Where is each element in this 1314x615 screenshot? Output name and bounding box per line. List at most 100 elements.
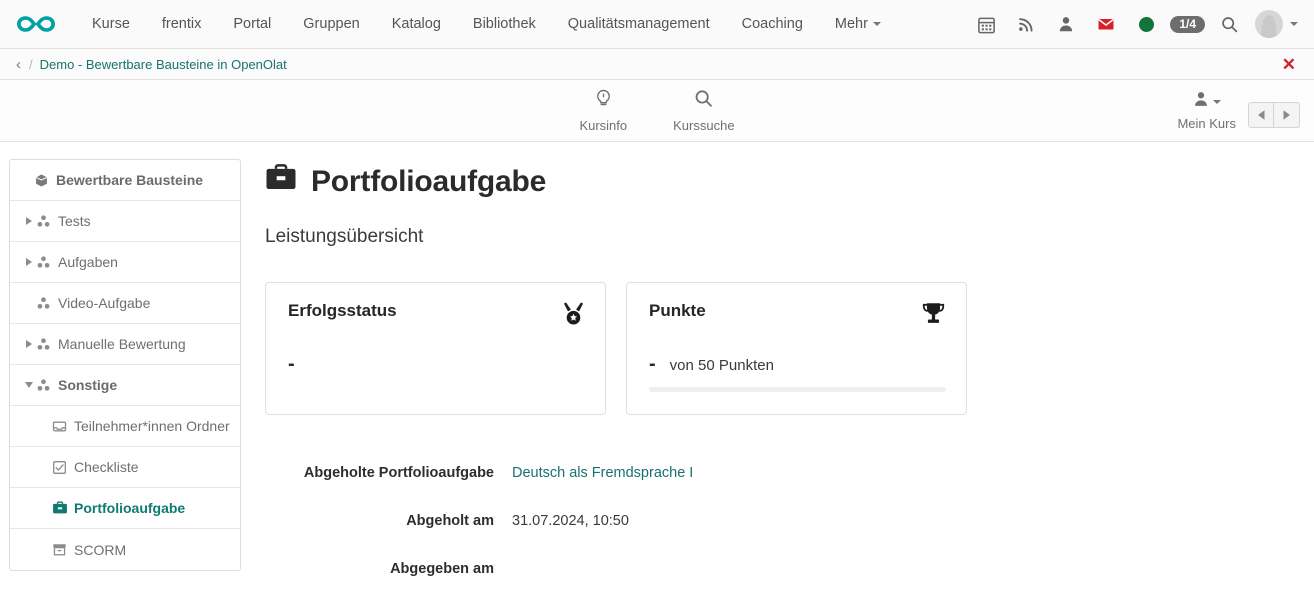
page-title: Portfolioaufgabe [265,163,1290,200]
course-toolbar-center: Kursinfo Kurssuche [0,86,1314,135]
top-navbar: Kurse frentix Portal Gruppen Katalog Bib… [0,0,1314,49]
sidebar-item-video-aufgabe[interactable]: Video-Aufgabe [10,283,240,324]
course-toolbar-right: Mein Kurs [1177,90,1300,131]
twisty-expanded-icon[interactable] [22,382,36,388]
kurssuche-button[interactable]: Kurssuche [667,86,740,135]
nav-item-portal[interactable]: Portal [217,3,287,46]
kursinfo-button[interactable]: Kursinfo [573,86,633,135]
sidebar-item-label: Bewertbare Bausteine [56,172,203,188]
mail-icon[interactable] [1086,4,1126,44]
nav-item-gruppen[interactable]: Gruppen [287,3,375,46]
detail-label: Abgegeben am [265,561,512,577]
sidebar-item-label: Tests [58,213,91,229]
sidebar-item-sonstige[interactable]: Sonstige [10,365,240,406]
detail-value: 31.07.2024, 10:50 [512,513,629,529]
lightbulb-icon [593,88,614,114]
nav-item-coaching[interactable]: Coaching [726,3,819,46]
sidebar-item-portfolioaufgabe[interactable]: Portfolioaufgabe [10,488,240,529]
blocks-icon [36,337,58,352]
nav-tools: 1/4 [966,4,1300,44]
progress-badge[interactable]: 1/4 [1170,16,1205,33]
person-icon[interactable] [1046,4,1086,44]
kursinfo-label: Kursinfo [579,118,627,133]
nav-item-mehr[interactable]: Mehr [819,3,897,46]
person-icon [1192,90,1210,113]
breadcrumb-back-icon[interactable]: ‹ [14,55,29,74]
close-icon[interactable]: ✕ [1272,54,1306,75]
openolat-logo[interactable] [12,9,60,39]
nav-item-mehr-label: Mehr [835,16,868,32]
card-value: - [288,353,295,376]
mein-kurs-icon-group [1192,90,1221,113]
chevron-down-icon[interactable] [1290,22,1298,26]
page-title-text: Portfolioaufgabe [311,165,546,199]
card-title: Erfolgsstatus [288,301,397,321]
rss-icon[interactable] [1006,4,1046,44]
twisty-collapsed-icon[interactable] [22,217,36,225]
blocks-icon [36,214,58,229]
nav-item-frentix[interactable]: frentix [146,3,218,46]
sidebar-item-label: Sonstige [58,377,117,393]
green-status-dot [1139,17,1154,32]
breadcrumb-separator: / [29,57,40,72]
card-value-group: - [288,353,585,376]
sidebar-item-bewertbare-bausteine[interactable]: Bewertbare Bausteine [10,160,240,201]
detail-row: Abgegeben am [265,561,1290,577]
nav-item-kurse[interactable]: Kurse [76,3,146,46]
course-pager [1248,102,1300,128]
avatar[interactable] [1255,10,1283,38]
breadcrumb-course-link[interactable]: Demo - Bewertbare Bausteine in OpenOlat [40,57,287,72]
card-punkte: Punkte - von 50 Punkten [626,282,967,415]
sidebar-item-teilnehmer-ordner[interactable]: Teilnehmer*innen Ordner [10,406,240,447]
course-tree-sidebar: Bewertbare Bausteine Tests [9,159,241,571]
sidebar-item-tests[interactable]: Tests [10,201,240,242]
chevron-down-icon [1213,100,1221,104]
search-icon[interactable] [1209,4,1249,44]
pager-next-button[interactable] [1274,102,1300,128]
archive-icon [52,542,74,557]
mein-kurs-button[interactable]: Mein Kurs [1177,90,1236,131]
twisty-collapsed-icon[interactable] [22,340,36,348]
course-toolbar: Kursinfo Kurssuche [0,80,1314,142]
portfolio-task-link[interactable]: Deutsch als Fremdsprache I [512,465,693,481]
detail-label: Abgeholt am [265,513,512,529]
chevron-down-icon [873,22,881,26]
points-progress-bar [649,387,946,392]
sidebar-item-label: SCORM [74,542,126,558]
detail-row: Abgeholte Portfolioaufgabe Deutsch als F… [265,465,1290,481]
detail-row: Abgeholt am 31.07.2024, 10:50 [265,513,1290,529]
sidebar-item-scorm[interactable]: SCORM [10,529,240,570]
status-dot-icon[interactable] [1126,4,1166,44]
trophy-icon [921,301,946,331]
sidebar-item-aufgaben[interactable]: Aufgaben [10,242,240,283]
cube-icon [34,173,56,188]
detail-value: Deutsch als Fremdsprache I [512,465,693,481]
nav-item-qualitaetsmanagement[interactable]: Qualitätsmanagement [552,3,726,46]
card-value: - [649,353,656,376]
card-erfolgsstatus: Erfolgsstatus - [265,282,606,415]
page-body: Bewertbare Bausteine Tests [0,142,1314,609]
sidebar-item-checkliste[interactable]: Checkliste [10,447,240,488]
sidebar-item-manuelle-bewertung[interactable]: Manuelle Bewertung [10,324,240,365]
twisty-collapsed-icon[interactable] [22,258,36,266]
pager-prev-button[interactable] [1248,102,1274,128]
breadcrumb: ‹ / Demo - Bewertbare Bausteine in OpenO… [0,49,1314,80]
card-value-group: - von 50 Punkten [649,353,946,376]
calendar-icon[interactable] [966,4,1006,44]
nav-item-katalog[interactable]: Katalog [376,3,457,46]
sidebar-item-label: Manuelle Bewertung [58,336,186,352]
card-header: Erfolgsstatus [288,301,585,331]
card-header: Punkte [649,301,946,331]
briefcase-icon [52,500,74,516]
sidebar-item-label: Video-Aufgabe [58,295,150,311]
card-value-sub: von 50 Punkten [670,357,774,374]
briefcase-icon [265,163,297,200]
blocks-icon [36,255,58,270]
main-content: Portfolioaufgabe Leistungsübersicht Erfo… [241,142,1314,609]
nav-item-bibliothek[interactable]: Bibliothek [457,3,552,46]
medal-icon [562,301,585,331]
blocks-icon [36,378,58,393]
summary-cards: Erfolgsstatus - Punkt [265,282,1290,415]
sidebar-item-label: Teilnehmer*innen Ordner [74,418,230,434]
mein-kurs-label: Mein Kurs [1177,116,1236,131]
